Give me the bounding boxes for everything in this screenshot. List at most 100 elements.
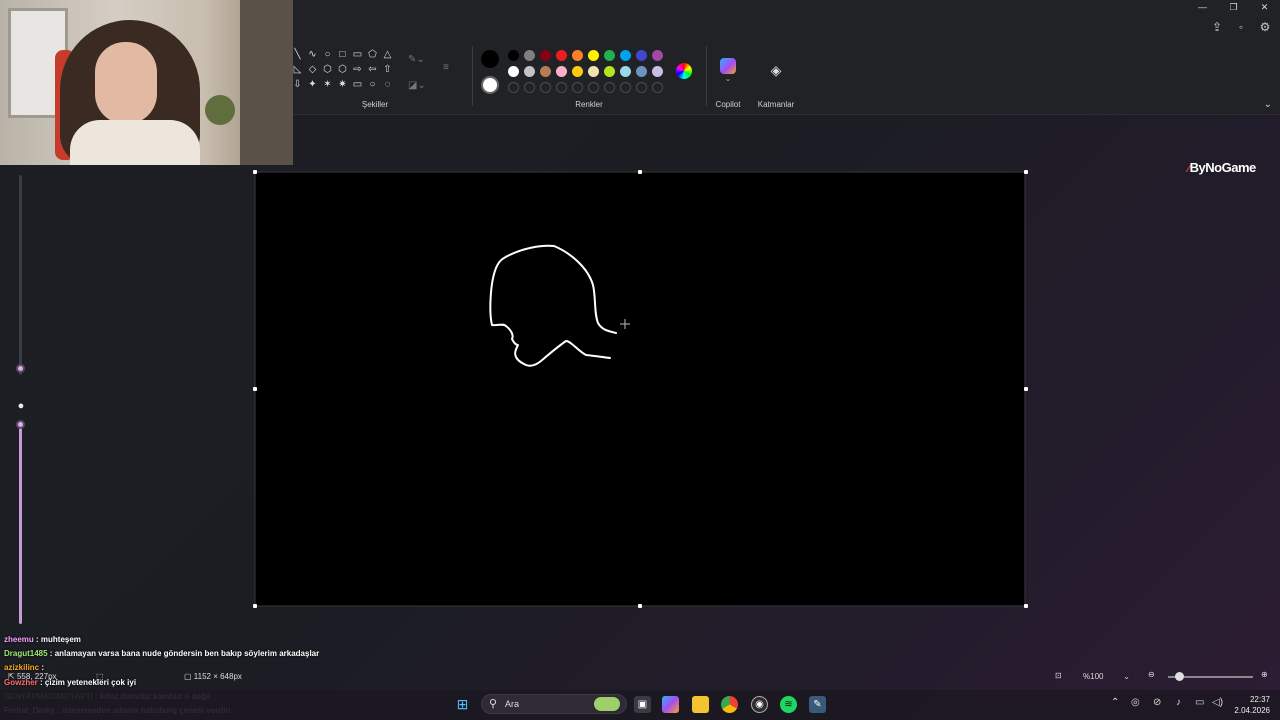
close-icon[interactable]: ✕ xyxy=(1249,0,1280,14)
shape-tool-16-icon[interactable]: ✶ xyxy=(320,78,335,92)
layers-button[interactable]: ◈ xyxy=(768,62,784,78)
palette-row1-swatch-2[interactable] xyxy=(540,50,551,61)
drawing-canvas[interactable] xyxy=(256,173,1024,605)
resize-handle[interactable] xyxy=(638,604,642,608)
start-icon[interactable]: ⊞ xyxy=(454,696,471,713)
palette-row2-swatch-1[interactable] xyxy=(524,66,535,77)
shape-tool-1-icon[interactable]: ∿ xyxy=(305,48,320,62)
resize-handle[interactable] xyxy=(253,604,257,608)
resize-handle[interactable] xyxy=(1024,387,1028,391)
shape-scroll-icon[interactable]: ≡ xyxy=(443,62,449,73)
shape-tool-11-icon[interactable]: ⇨ xyxy=(350,63,365,77)
custom-color-slot[interactable] xyxy=(524,82,535,93)
palette-row1-swatch-0[interactable] xyxy=(508,50,519,61)
copilot-taskbar-icon[interactable] xyxy=(662,696,679,713)
shape-tool-9-icon[interactable]: ⬡ xyxy=(320,63,335,77)
task-view-icon[interactable]: ▣ xyxy=(634,696,651,713)
clock-time: 22:37 xyxy=(1249,695,1270,704)
palette-row1-swatch-7[interactable] xyxy=(620,50,631,61)
palette-row1-swatch-1[interactable] xyxy=(524,50,535,61)
custom-color-slot[interactable] xyxy=(588,82,599,93)
settings-icon[interactable]: ⚙ xyxy=(1258,20,1272,34)
shape-tool-4-icon[interactable]: ▭ xyxy=(350,48,365,62)
fit-to-window-icon[interactable]: ⊡ xyxy=(1055,671,1062,680)
shape-tool-5-icon[interactable]: ⬠ xyxy=(365,48,380,62)
resize-handle[interactable] xyxy=(253,387,257,391)
palette-row1-swatch-6[interactable] xyxy=(604,50,615,61)
shape-tool-3-icon[interactable]: □ xyxy=(335,48,350,62)
chat-username: Dragut1485 xyxy=(4,649,48,658)
resize-handle[interactable] xyxy=(638,170,642,174)
widget-icon[interactable] xyxy=(594,697,620,711)
custom-color-slot[interactable] xyxy=(604,82,615,93)
shape-tool-15-icon[interactable]: ✦ xyxy=(305,78,320,92)
primary-color[interactable] xyxy=(481,50,499,68)
palette-row1-swatch-9[interactable] xyxy=(652,50,663,61)
palette-row2-swatch-9[interactable] xyxy=(652,66,663,77)
collapse-ribbon-icon[interactable]: ⌄ xyxy=(1264,99,1272,110)
custom-color-slot[interactable] xyxy=(556,82,567,93)
resize-handle[interactable] xyxy=(1024,170,1028,174)
palette-row2-swatch-2[interactable] xyxy=(540,66,551,77)
copilot-button[interactable]: ⌄ xyxy=(720,58,736,83)
fill-icon[interactable]: ◪⌄ xyxy=(408,80,426,91)
palette-row2-swatch-5[interactable] xyxy=(588,66,599,77)
brush-size-slider-thumb[interactable] xyxy=(16,364,25,373)
tray-overflow-icon[interactable]: ⌃ xyxy=(1111,697,1119,708)
shape-tool-19-icon[interactable]: ○ xyxy=(365,78,380,92)
display-icon[interactable]: ▭ xyxy=(1195,697,1204,708)
shape-tool-10-icon[interactable]: ⬡ xyxy=(335,63,350,77)
secondary-color[interactable] xyxy=(481,76,499,94)
resize-handle[interactable] xyxy=(1024,604,1028,608)
zoom-select[interactable]: %100 ⌄ xyxy=(1076,669,1136,684)
palette-row1-swatch-3[interactable] xyxy=(556,50,567,61)
outline-icon[interactable]: ✎⌄ xyxy=(408,54,425,65)
volume-icon[interactable]: ◁) xyxy=(1212,697,1223,708)
palette-row2-swatch-4[interactable] xyxy=(572,66,583,77)
custom-color-slot[interactable] xyxy=(572,82,583,93)
microphone-icon[interactable]: ♪ xyxy=(1176,697,1181,708)
file-explorer-icon[interactable] xyxy=(692,696,709,713)
zoom-in-icon[interactable]: ⊕ xyxy=(1261,670,1268,679)
shape-tool-6-icon[interactable]: △ xyxy=(380,48,395,62)
custom-color-slot[interactable] xyxy=(620,82,631,93)
tray-app-icon[interactable]: ◎ xyxy=(1131,697,1140,708)
obs-icon[interactable]: ◉ xyxy=(751,696,768,713)
shape-tool-17-icon[interactable]: ✷ xyxy=(335,78,350,92)
palette-row1-swatch-5[interactable] xyxy=(588,50,599,61)
shape-tool-18-icon[interactable]: ▭ xyxy=(350,78,365,92)
minimize-icon[interactable]: — xyxy=(1187,0,1218,14)
resize-handle[interactable] xyxy=(253,170,257,174)
brush-size-slider-track[interactable] xyxy=(19,175,22,375)
chrome-icon[interactable] xyxy=(721,696,738,713)
shape-tool-2-icon[interactable]: ○ xyxy=(320,48,335,62)
spotify-icon[interactable]: ≋ xyxy=(780,696,797,713)
palette-row2-swatch-3[interactable] xyxy=(556,66,567,77)
shape-tool-12-icon[interactable]: ⇦ xyxy=(365,63,380,77)
opacity-slider-thumb[interactable] xyxy=(16,420,25,429)
custom-color-slot[interactable] xyxy=(508,82,519,93)
zoom-slider-thumb[interactable] xyxy=(1175,672,1184,681)
edit-colors-icon[interactable] xyxy=(676,63,692,79)
zoom-out-icon[interactable]: ⊖ xyxy=(1148,670,1155,679)
paint-icon[interactable]: ✎ xyxy=(809,696,826,713)
palette-row2-swatch-6[interactable] xyxy=(604,66,615,77)
custom-color-slot[interactable] xyxy=(540,82,551,93)
palette-row1-swatch-4[interactable] xyxy=(572,50,583,61)
palette-row2-swatch-8[interactable] xyxy=(636,66,647,77)
system-clock[interactable]: 22:37 2.04.2026 xyxy=(1230,694,1270,716)
custom-color-slot[interactable] xyxy=(636,82,647,93)
palette-row2-swatch-7[interactable] xyxy=(620,66,631,77)
share-icon[interactable]: ⇪ xyxy=(1210,20,1224,34)
palette-row1-swatch-8[interactable] xyxy=(636,50,647,61)
tray-network-off-icon[interactable]: ⊘ xyxy=(1153,697,1161,708)
palette-row2-swatch-0[interactable] xyxy=(508,66,519,77)
account-icon[interactable]: ◦ xyxy=(1234,20,1248,34)
shape-tool-8-icon[interactable]: ◇ xyxy=(305,63,320,77)
opacity-slider-track[interactable] xyxy=(19,424,22,624)
custom-color-slot[interactable] xyxy=(652,82,663,93)
shapes-gallery[interactable]: ╲ ∿ ○ □ ▭ ⬠ △ ◺ ◇ ⬡ ⬡ ⇨ ⇦ ⇧ ⇩ ✦ ✶ ✷ ▭ ○ ◌ xyxy=(290,48,395,92)
shape-tool-13-icon[interactable]: ⇧ xyxy=(380,63,395,77)
shape-tool-20-icon[interactable]: ◌ xyxy=(380,78,395,92)
maximize-icon[interactable]: ❐ xyxy=(1218,0,1249,14)
